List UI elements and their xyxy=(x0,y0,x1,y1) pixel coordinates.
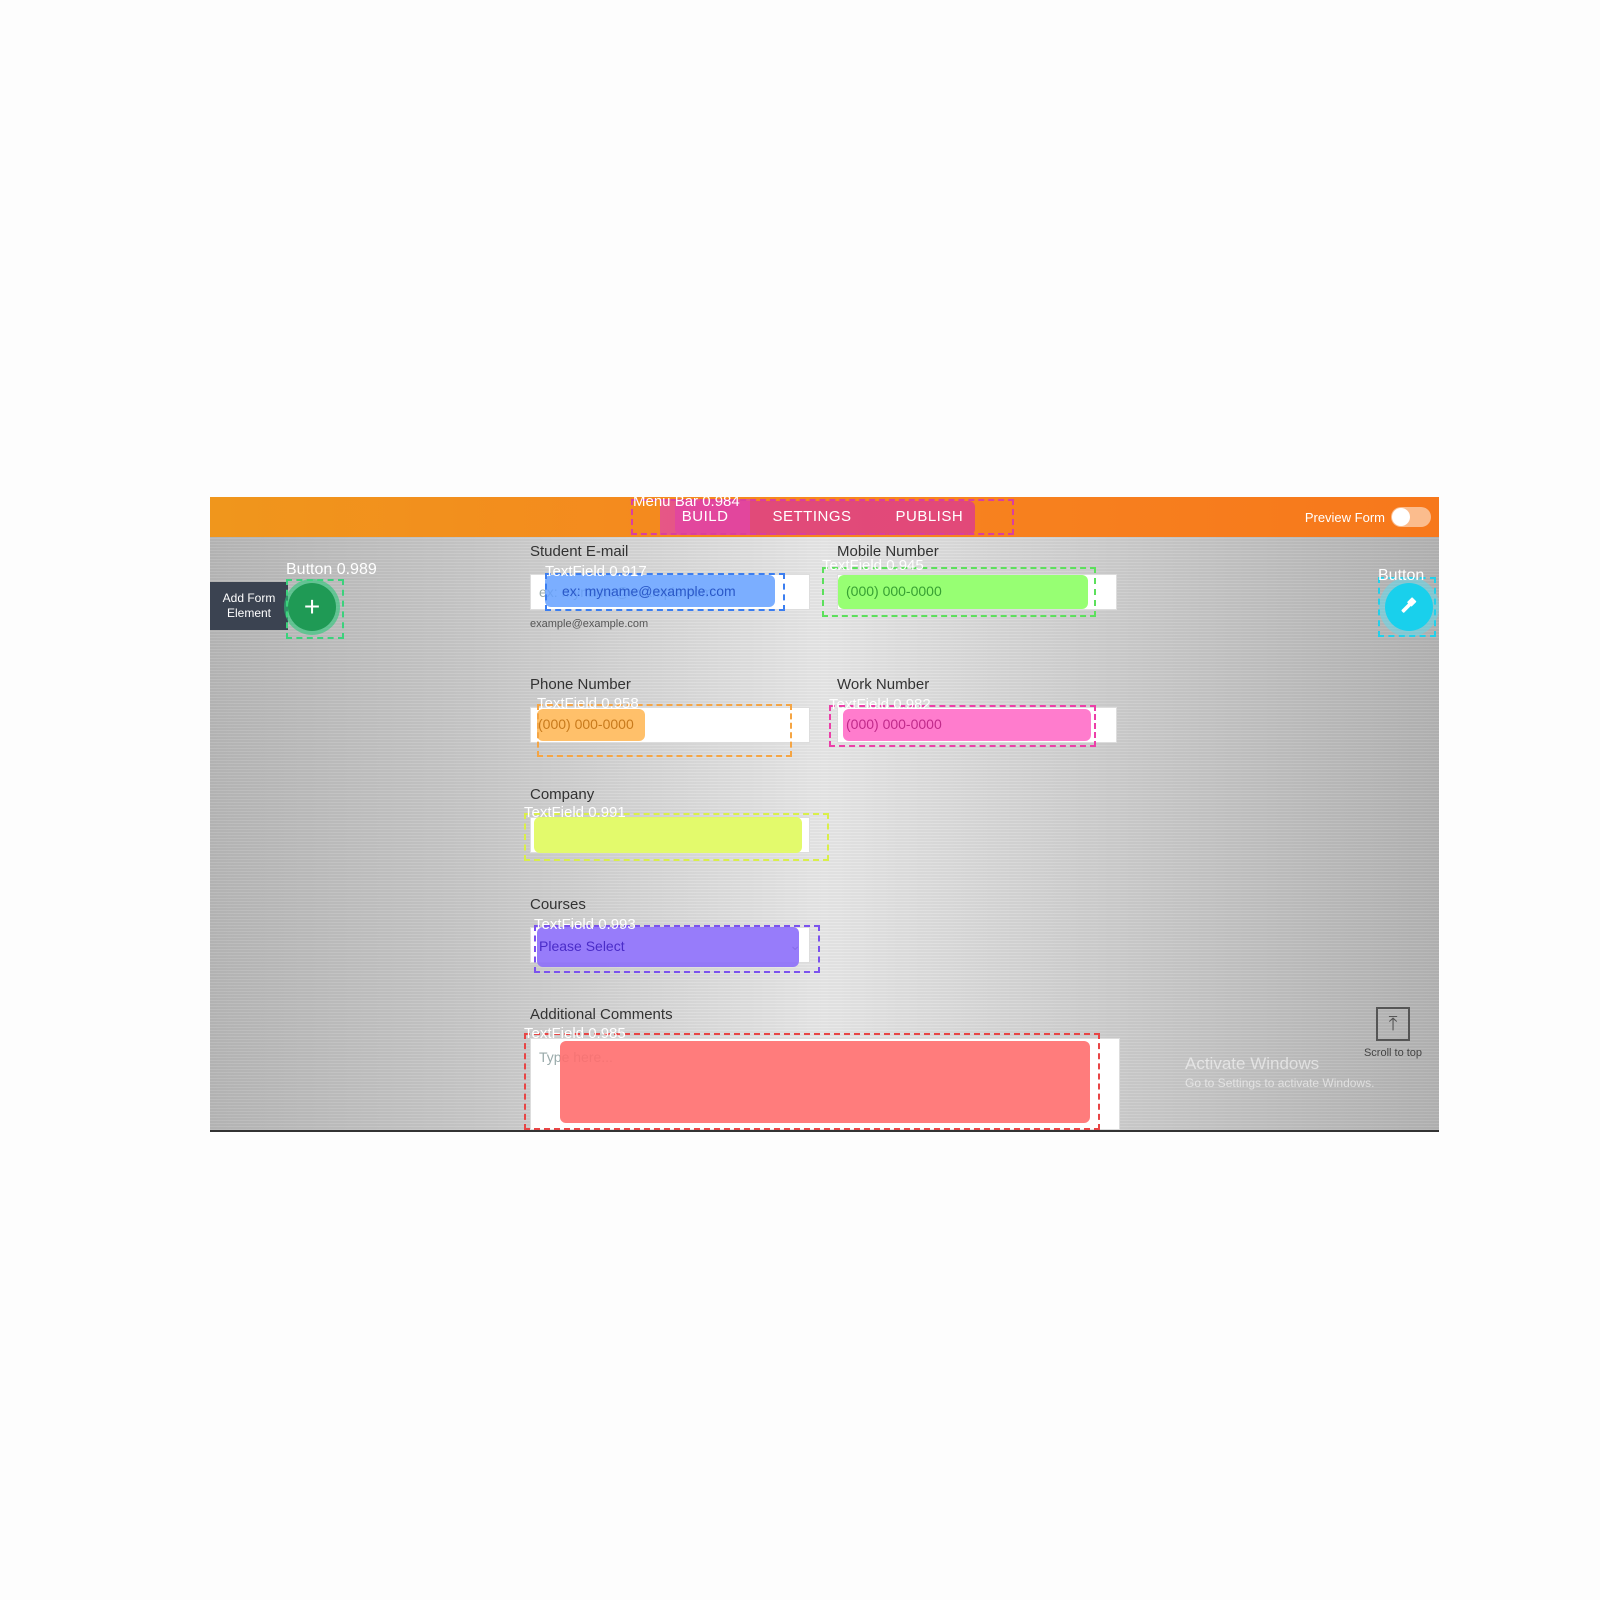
email-hint: example@example.com xyxy=(530,618,649,630)
activate-windows-line1: Activate Windows xyxy=(1185,1054,1320,1073)
comments-detection-box xyxy=(524,1033,1100,1130)
email-label: Student E-mail xyxy=(530,543,629,560)
email-tag: TextField 0.917 xyxy=(545,563,647,580)
company-tag: TextField 0.991 xyxy=(524,804,626,821)
activate-windows-line2: Go to Settings to activate Windows. xyxy=(1185,1076,1375,1090)
add-button-tag: Button 0.989 xyxy=(286,561,377,578)
menu-bar-tag: Menu Bar 0.984 xyxy=(633,497,740,510)
phone-label: Phone Number xyxy=(530,676,631,693)
mobile-detection-box xyxy=(822,567,1096,617)
form-builder-app: BUILD SETTINGS PUBLISH Menu Bar 0.984 Pr… xyxy=(210,497,1439,1132)
preview-toggle[interactable] xyxy=(1391,507,1431,527)
work-label: Work Number xyxy=(837,676,930,693)
toggle-knob xyxy=(1392,508,1410,526)
comments-tag: TextField 0.985 xyxy=(524,1025,626,1042)
right-button-detection-box xyxy=(1378,577,1436,637)
activate-windows-watermark: Activate Windows Go to Settings to activ… xyxy=(1185,1054,1374,1090)
top-bar: BUILD SETTINGS PUBLISH Menu Bar 0.984 Pr… xyxy=(210,497,1439,537)
preview-form: Preview Form xyxy=(1305,507,1431,527)
preview-form-label: Preview Form xyxy=(1304,509,1385,525)
arrow-up-icon: ⤒ xyxy=(1376,1007,1410,1041)
mobile-tag: TextField 0.945 xyxy=(822,557,924,574)
add-button-detection-box xyxy=(286,579,344,639)
menu-bar: BUILD SETTINGS PUBLISH Menu Bar 0.984 xyxy=(631,497,1014,535)
courses-label: Courses xyxy=(530,896,586,913)
scroll-to-top[interactable]: ⤒ Scroll to top xyxy=(1358,1007,1428,1059)
courses-tag: TextField 0.993 xyxy=(534,916,636,933)
add-form-element-label: Add Form Element xyxy=(210,582,288,630)
phone-tag: TextField 0.958 xyxy=(537,695,639,712)
company-label: Company xyxy=(530,786,595,803)
right-button-tag: Button xyxy=(1378,567,1425,584)
comments-label: Additional Comments xyxy=(530,1006,673,1023)
work-tag: TextField 0.982 xyxy=(829,696,931,713)
